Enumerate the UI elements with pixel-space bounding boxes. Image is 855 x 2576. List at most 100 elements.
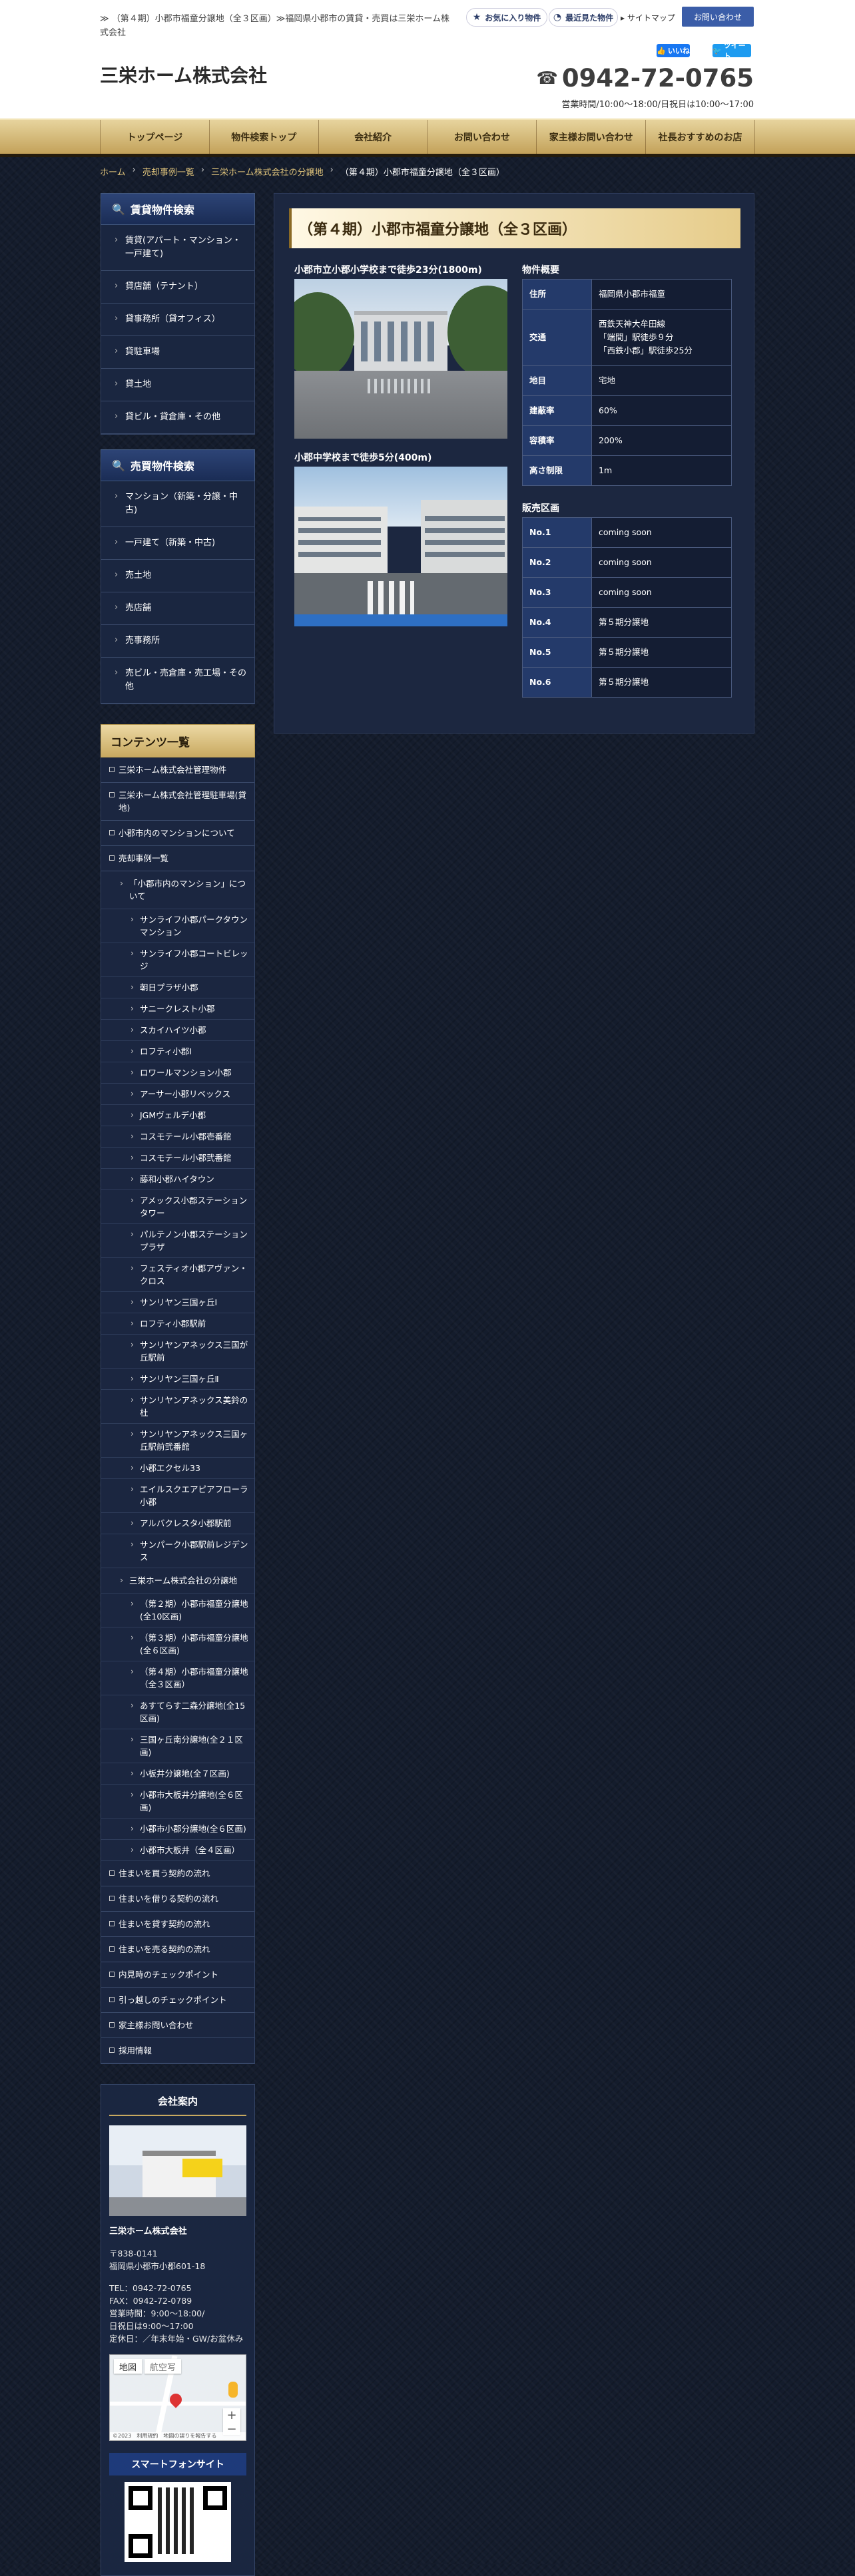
- mansion-link[interactable]: エイルスクエアピアフローラ小郡: [101, 1479, 254, 1513]
- mansion-link[interactable]: アーサー小郡リベックス: [101, 1084, 254, 1105]
- bunjo-link[interactable]: （第３期）小郡市福童分譲地(全６区画): [101, 1627, 254, 1661]
- table-key: 交通: [522, 309, 592, 366]
- contents-item[interactable]: 住まいを買う契約の流れ: [101, 1861, 254, 1886]
- mansion-link[interactable]: スカイハイツ小郡: [101, 1020, 254, 1041]
- bunjo-link[interactable]: 小郡市大板井（全４区画）: [101, 1840, 254, 1861]
- mansion-link[interactable]: ロワールマンション小郡: [101, 1062, 254, 1084]
- mansion-link[interactable]: サンリヤン三国ヶ丘Ⅱ: [101, 1369, 254, 1390]
- sitemap-link[interactable]: ▸ サイトマップ: [621, 12, 675, 23]
- nav-company[interactable]: 会社紹介: [319, 120, 428, 154]
- contents-item[interactable]: 小郡市内のマンションについて: [101, 821, 254, 846]
- mansion-link[interactable]: サンリヤン三国ヶ丘Ⅰ: [101, 1292, 254, 1313]
- mansion-link[interactable]: サンリヤンアネックス三国ヶ丘駅前弐番館: [101, 1424, 254, 1458]
- mansion-link[interactable]: サンライフ小郡パークタウンマンション: [101, 909, 254, 943]
- sale-search-item[interactable]: マンション（新築・分譲・中古): [101, 481, 254, 527]
- mansion-link[interactable]: アルバクレスタ小郡駅前: [101, 1513, 254, 1534]
- mansion-link[interactable]: ロフティ小郡駅前: [101, 1313, 254, 1335]
- contents-item[interactable]: 引っ越しのチェックポイント: [101, 1988, 254, 2013]
- table-row: No.4 第５期分譲地: [522, 607, 732, 638]
- history-icon: ◔: [553, 12, 562, 23]
- nav-contact[interactable]: お問い合わせ: [428, 120, 537, 154]
- sale-search-item[interactable]: 売事務所: [101, 625, 254, 658]
- bunjo-link[interactable]: 小板井分譲地(全７区画): [101, 1763, 254, 1785]
- rent-search-item[interactable]: 貸駐車場: [101, 336, 254, 369]
- facebook-like-button[interactable]: 👍 いいね: [657, 44, 690, 57]
- photo2-caption: 小郡中学校まで徒歩5分(400m): [294, 453, 432, 463]
- mansion-link[interactable]: JGMヴェルデ小郡: [101, 1105, 254, 1126]
- page-title: （第４期）小郡市福童分譲地（全３区画）: [289, 208, 740, 248]
- table-row: No.1 coming soon: [522, 517, 732, 548]
- sale-search-header: 🔍 売買物件検索: [101, 449, 255, 481]
- search-icon: 🔍: [112, 459, 125, 472]
- mansion-link[interactable]: サンリヤンアネックス三国が丘駅前: [101, 1335, 254, 1369]
- rent-search-item[interactable]: 貸店舗（テナント）: [101, 271, 254, 304]
- rent-search-item[interactable]: 貸土地: [101, 369, 254, 401]
- contents-item[interactable]: 住まいを売る契約の流れ: [101, 1937, 254, 1962]
- table-value: 1m: [591, 455, 732, 486]
- rent-search-item[interactable]: 貸ビル・貸倉庫・その他: [101, 401, 254, 434]
- site-logo[interactable]: 三栄ホーム株式会社: [100, 61, 267, 88]
- breadcrumb-current: （第４期）小郡市福童分譲地（全３区画）: [340, 168, 505, 178]
- contents-item[interactable]: 採用情報: [101, 2038, 254, 2063]
- bunjo-link[interactable]: あすてらす二森分譲地(全15区画): [101, 1695, 254, 1729]
- table-key: No.4: [522, 607, 592, 638]
- header-contact-button[interactable]: お問い合わせ: [682, 7, 754, 27]
- table-key: 住所: [522, 279, 592, 310]
- mansion-link[interactable]: 朝日プラザ小郡: [101, 977, 254, 998]
- bunjo-link[interactable]: 三国ヶ丘南分譲地(全２１区画): [101, 1729, 254, 1763]
- sale-search-item[interactable]: 売土地: [101, 560, 254, 592]
- company-address: 〒838-0141 福岡県小郡市小郡601-18: [109, 2249, 206, 2271]
- mansion-link[interactable]: サニークレスト小郡: [101, 998, 254, 1020]
- nav-top[interactable]: トップページ: [100, 120, 210, 154]
- bunjo-link[interactable]: 小郡市大板井分譲地(全６区画): [101, 1785, 254, 1819]
- mansion-link[interactable]: コスモテール小郡弐番館: [101, 1148, 254, 1169]
- mansion-link[interactable]: 小郡エクセル33: [101, 1458, 254, 1479]
- contents-item[interactable]: 住まいを貸す契約の流れ: [101, 1912, 254, 1937]
- recent-button[interactable]: ◔ 最近見た物件: [549, 8, 618, 27]
- contents-item[interactable]: 内見時のチェックポイント: [101, 1962, 254, 1988]
- contents-item[interactable]: 三栄ホーム株式会社管理駐車場(貸地): [101, 783, 254, 821]
- table-key: 高さ制限: [522, 455, 592, 486]
- mansion-link[interactable]: サンリヤンアネックス美鈴の杜: [101, 1390, 254, 1424]
- mansion-link[interactable]: パルテノン小郡ステーションプラザ: [101, 1224, 254, 1258]
- contents-item[interactable]: 三栄ホーム株式会社管理物件: [101, 757, 254, 783]
- nav-search[interactable]: 物件検索トップ: [210, 120, 319, 154]
- table-key: 建蔽率: [522, 395, 592, 426]
- contents-item[interactable]: 家主様お問い合わせ: [101, 2013, 254, 2038]
- pegman-icon[interactable]: [228, 2382, 238, 2398]
- map-tab-satellite[interactable]: 航空写: [144, 2359, 182, 2374]
- mansion-link[interactable]: ロフティ小郡Ⅰ: [101, 1041, 254, 1062]
- mansion-link[interactable]: アメックス小郡ステーションタワー: [101, 1190, 254, 1224]
- bunjo-link[interactable]: 小郡市小郡分譲地(全６区画): [101, 1819, 254, 1840]
- contents-mansion-head[interactable]: 「小郡市内のマンション」について: [101, 871, 254, 909]
- mansion-link[interactable]: 藤和小郡ハイタウン: [101, 1169, 254, 1190]
- breadcrumb: ホーム › 売却事例一覧 › 三栄ホーム株式会社の分譲地 › （第４期）小郡市福…: [100, 165, 505, 178]
- bunjo-link[interactable]: （第２期）小郡市福童分譲地(全10区画): [101, 1594, 254, 1627]
- contents-item[interactable]: 住まいを借りる契約の流れ: [101, 1886, 254, 1912]
- zoom-in-icon[interactable]: +: [226, 2408, 236, 2422]
- sale-search-item[interactable]: 売店舗: [101, 592, 254, 625]
- nav-recommend[interactable]: 社長おすすめのお店: [646, 120, 755, 154]
- sale-search-item[interactable]: 一戸建て（新築・中古): [101, 527, 254, 560]
- mansion-link[interactable]: フェスティオ小郡アヴァン・クロス: [101, 1258, 254, 1292]
- breadcrumb-company[interactable]: 三栄ホーム株式会社の分譲地: [211, 165, 324, 178]
- bunjo-link[interactable]: （第４期）小郡市福童分譲地（全３区画）: [101, 1661, 254, 1695]
- table-value: 200%: [591, 425, 732, 456]
- sale-search-item[interactable]: 売ビル・売倉庫・売工場・その他: [101, 658, 254, 704]
- table-key: No.6: [522, 667, 592, 698]
- mansion-link[interactable]: サンパーク小郡駅前レジデンス: [101, 1534, 254, 1568]
- nav-owner-contact[interactable]: 家主様お問い合わせ: [537, 120, 647, 154]
- map-tab-map[interactable]: 地図: [114, 2359, 142, 2374]
- company-map[interactable]: 地図 航空写 + − ©2023 利用規約 地図の誤りを報告する: [109, 2354, 246, 2441]
- contents-item[interactable]: 売却事例一覧: [101, 846, 254, 871]
- contents-bunjo-head[interactable]: 三栄ホーム株式会社の分譲地: [101, 1568, 254, 1594]
- breadcrumb-cases[interactable]: 売却事例一覧: [142, 165, 194, 178]
- rent-search-item[interactable]: 賃貸(アパート・マンション・一戸建て): [101, 225, 254, 271]
- favorites-button[interactable]: ★ お気に入り物件: [466, 8, 547, 27]
- rent-search-item[interactable]: 貸事務所（貸オフィス）: [101, 304, 254, 336]
- map-zoom-control[interactable]: + −: [223, 2408, 240, 2436]
- mansion-link[interactable]: コスモテール小郡壱番館: [101, 1126, 254, 1148]
- tweet-button[interactable]: 🐦 ツイート: [712, 41, 751, 61]
- mansion-link[interactable]: サンライフ小郡コートビレッジ: [101, 943, 254, 977]
- breadcrumb-home[interactable]: ホーム: [100, 165, 126, 178]
